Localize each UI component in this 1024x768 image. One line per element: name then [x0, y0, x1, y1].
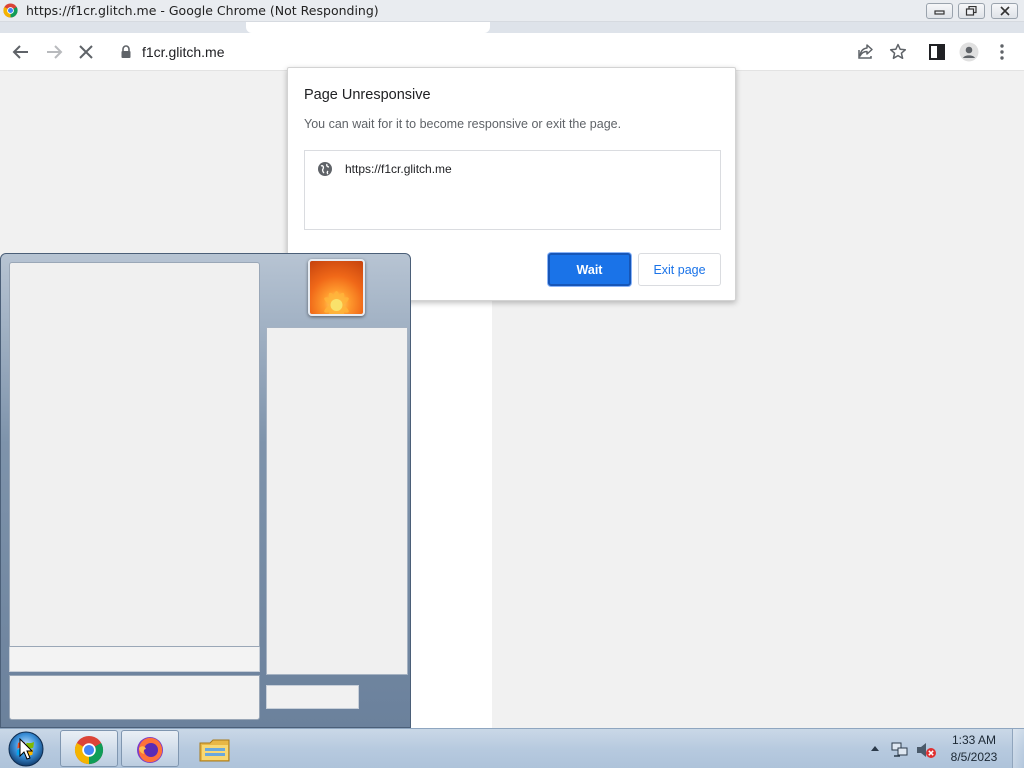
close-icon	[1000, 6, 1010, 16]
firefox-icon	[137, 737, 163, 763]
restore-button[interactable]	[958, 3, 985, 19]
profile-avatar-icon[interactable]	[958, 41, 980, 63]
taskbar-firefox-button[interactable]	[121, 730, 179, 767]
flower-picture	[324, 291, 349, 314]
close-button[interactable]	[991, 3, 1018, 19]
minimize-button[interactable]	[926, 3, 953, 19]
window-title-bar[interactable]: https://f1cr.glitch.me - Google Chrome (…	[0, 0, 1024, 22]
minimize-icon	[934, 10, 945, 15]
window-title: https://f1cr.glitch.me - Google Chrome (…	[26, 3, 379, 18]
start-menu-places-pane[interactable]	[266, 327, 408, 675]
taskbar: 1:33 AM 8/5/2023	[0, 728, 1024, 768]
chrome-logo-icon	[3, 3, 18, 18]
wait-button[interactable]: Wait	[548, 253, 631, 286]
stop-loading-icon[interactable]	[75, 41, 97, 63]
start-menu	[0, 253, 411, 728]
shutdown-button[interactable]	[266, 685, 359, 709]
tab-strip	[0, 22, 1024, 33]
taskbar-explorer-button[interactable]	[184, 730, 242, 767]
mouse-cursor-icon	[19, 738, 33, 760]
browser-toolbar: f1cr.glitch.me	[0, 33, 1024, 71]
dialog-message: You can wait for it to become responsive…	[304, 117, 622, 131]
side-panel-icon[interactable]	[926, 41, 948, 63]
clock-date[interactable]: 8/5/2023	[946, 750, 1002, 764]
start-menu-all-programs[interactable]	[9, 647, 260, 672]
restore-icon	[965, 6, 977, 16]
show-desktop-button[interactable]	[1012, 729, 1024, 768]
share-icon[interactable]	[855, 41, 877, 63]
address-bar[interactable]: f1cr.glitch.me	[108, 37, 848, 67]
unresponsive-page-list: https://f1cr.glitch.me	[304, 150, 721, 230]
show-hidden-icons-icon[interactable]	[870, 744, 880, 752]
forward-arrow-icon[interactable]	[43, 41, 65, 63]
dialog-title: Page Unresponsive	[304, 87, 431, 103]
chrome-icon	[74, 735, 104, 765]
exit-page-button[interactable]: Exit page	[638, 253, 721, 286]
bookmark-star-icon[interactable]	[887, 41, 909, 63]
volume-muted-icon[interactable]	[915, 741, 937, 759]
taskbar-chrome-button[interactable]	[60, 730, 118, 767]
folder-icon	[199, 739, 230, 762]
start-menu-programs-pane[interactable]	[9, 262, 260, 647]
active-tab[interactable]	[246, 22, 490, 33]
user-picture-icon[interactable]	[308, 259, 365, 316]
network-icon[interactable]	[890, 741, 910, 759]
clock-time[interactable]: 1:33 AM	[946, 733, 1002, 747]
lock-icon[interactable]	[120, 45, 132, 59]
page-list-item: https://f1cr.glitch.me	[345, 162, 452, 176]
kebab-menu-icon[interactable]	[991, 41, 1013, 63]
back-arrow-icon[interactable]	[10, 41, 32, 63]
globe-icon	[318, 162, 332, 176]
url-text[interactable]: f1cr.glitch.me	[142, 44, 224, 60]
notification-area: 1:33 AM 8/5/2023	[864, 729, 1024, 768]
start-menu-search-box[interactable]	[9, 675, 260, 720]
